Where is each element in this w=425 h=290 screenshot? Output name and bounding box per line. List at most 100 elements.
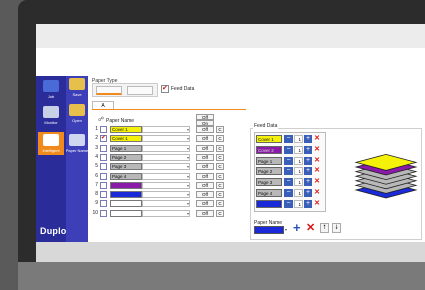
paper-name-swatch[interactable]: Page 4 — [110, 172, 142, 180]
chevron-down-icon[interactable]: ▾ — [187, 192, 189, 197]
paper-type-option-1[interactable] — [96, 86, 122, 95]
feed-paper-name[interactable]: Page 3 — [256, 178, 282, 187]
increment-button[interactable]: + — [304, 178, 312, 187]
remove-row-icon[interactable]: ✕ — [313, 200, 321, 208]
paper-name-swatch[interactable] — [110, 181, 142, 189]
c-button[interactable]: C — [216, 153, 224, 161]
feed-count-value[interactable]: 1 — [294, 167, 303, 176]
increment-button[interactable]: + — [304, 145, 312, 154]
remove-row-icon[interactable]: ✕ — [313, 178, 321, 186]
chevron-down-icon[interactable]: ▾ — [187, 155, 189, 160]
row-checkbox[interactable] — [100, 209, 107, 217]
move-down-button[interactable]: 🠗 — [332, 223, 341, 233]
c-button[interactable]: C — [216, 135, 224, 143]
remove-row-icon[interactable]: ✕ — [313, 135, 321, 143]
feed-paper-name[interactable] — [256, 199, 282, 208]
move-up-button[interactable]: 🠕 — [320, 223, 329, 233]
paper-detail-field[interactable] — [142, 191, 190, 199]
feed-paper-name[interactable]: Page 2 — [256, 167, 282, 176]
remove-row-icon[interactable]: ✕ — [313, 167, 321, 175]
row-checkbox[interactable] — [100, 172, 107, 180]
row-checkbox[interactable] — [100, 191, 107, 199]
paper-detail-field[interactable] — [142, 153, 190, 161]
sidebar-item-job[interactable]: Job — [38, 80, 64, 99]
increment-button[interactable]: + — [304, 135, 312, 143]
c-button[interactable]: C — [216, 191, 224, 199]
increment-button[interactable]: + — [304, 167, 312, 176]
c-button[interactable]: C — [216, 181, 224, 189]
decrement-button[interactable]: − — [284, 135, 293, 143]
paper-detail-field[interactable] — [142, 181, 190, 189]
off-button[interactable]: Off — [196, 209, 214, 217]
c-button[interactable]: C — [216, 209, 224, 217]
row-checkbox[interactable] — [100, 134, 107, 143]
tab-a[interactable]: A — [92, 101, 114, 109]
row-checkbox[interactable] — [100, 200, 107, 208]
feed-count-value[interactable]: 1 — [294, 178, 303, 187]
off-button[interactable]: Off — [196, 126, 214, 133]
paper-detail-field[interactable] — [142, 200, 190, 208]
remove-row-icon[interactable]: ✕ — [313, 189, 321, 197]
paper-name-swatch[interactable] — [110, 200, 142, 208]
paper-name-swatch[interactable]: Page 3 — [110, 163, 142, 171]
chevron-down-icon[interactable]: ▾ — [187, 146, 189, 151]
increment-button[interactable]: + — [304, 156, 312, 165]
increment-button[interactable]: + — [304, 199, 312, 208]
paper-name-swatch[interactable] — [110, 209, 142, 217]
c-button[interactable]: C — [216, 144, 224, 152]
row-checkbox[interactable] — [100, 144, 107, 152]
decrement-button[interactable]: − — [284, 189, 293, 197]
c-button[interactable]: C — [216, 126, 224, 133]
off-button[interactable]: Off — [196, 135, 214, 143]
sidebar-item-intelligent[interactable]: Intelligent — [38, 132, 64, 155]
paper-name-swatch[interactable]: Page 2 — [110, 153, 142, 161]
sidebar-item-open[interactable]: Open — [64, 104, 90, 123]
chevron-down-icon[interactable]: ▾ — [187, 174, 189, 179]
decrement-button[interactable]: − — [284, 156, 293, 165]
off-button[interactable]: Off — [196, 163, 214, 171]
chevron-down-icon[interactable]: ▾ — [187, 183, 189, 188]
chevron-down-icon[interactable]: ▾ — [187, 201, 189, 206]
decrement-button[interactable]: − — [284, 178, 293, 187]
feed-count-value[interactable]: 1 — [294, 189, 303, 197]
sidebar-item-save[interactable]: Save — [64, 78, 90, 97]
decrement-button[interactable]: − — [284, 167, 293, 176]
chevron-down-icon[interactable]: ▾ — [187, 127, 189, 132]
paper-name-swatch[interactable] — [110, 191, 142, 199]
paper-type-option-2[interactable] — [127, 86, 153, 95]
paper-name-swatch[interactable]: Page 1 — [110, 144, 142, 152]
decrement-button[interactable]: − — [284, 199, 293, 208]
add-button[interactable]: + — [293, 221, 301, 234]
feed-paper-name[interactable]: Cover 1 — [256, 135, 282, 143]
off-button[interactable]: Off — [196, 181, 214, 189]
feed-paper-name[interactable]: Page 4 — [256, 189, 282, 197]
feed-paper-name[interactable]: Cover 2 — [256, 145, 282, 154]
paper-detail-field[interactable] — [142, 209, 190, 217]
chevron-down-icon[interactable]: ▾ — [285, 227, 287, 232]
c-button[interactable]: C — [216, 163, 224, 171]
remove-row-icon[interactable]: ✕ — [313, 157, 321, 165]
paper-detail-field[interactable] — [142, 163, 190, 171]
paper-name-swatch[interactable]: Cover 1 — [110, 126, 142, 133]
paper-name-swatch[interactable]: Cover 1 — [110, 135, 142, 143]
sidebar-item-paper-name[interactable]: Paper Name — [64, 134, 90, 153]
paper-detail-field[interactable] — [142, 135, 190, 143]
off-button[interactable]: Off — [196, 172, 214, 180]
feed-paper-name[interactable]: Page 1 — [256, 156, 282, 165]
off-button[interactable]: Off — [196, 144, 214, 152]
chevron-down-icon[interactable]: ▾ — [187, 136, 189, 141]
feed-count-value[interactable]: 1 — [294, 199, 303, 208]
feed-count-value[interactable]: 1 — [294, 145, 303, 154]
row-checkbox[interactable] — [100, 153, 107, 161]
sidebar-item-monitor[interactable]: Monitor — [38, 106, 64, 125]
paper-detail-field[interactable] — [142, 144, 190, 152]
increment-button[interactable]: + — [304, 189, 312, 197]
row-checkbox[interactable] — [100, 126, 107, 133]
c-button[interactable]: C — [216, 200, 224, 208]
decrement-button[interactable]: − — [284, 145, 293, 154]
remove-row-icon[interactable]: ✕ — [313, 146, 321, 154]
off-button[interactable]: Off — [196, 191, 214, 199]
c-button[interactable]: C — [216, 172, 224, 180]
paper-detail-field[interactable] — [142, 172, 190, 180]
feed-count-value[interactable]: 1 — [294, 156, 303, 165]
